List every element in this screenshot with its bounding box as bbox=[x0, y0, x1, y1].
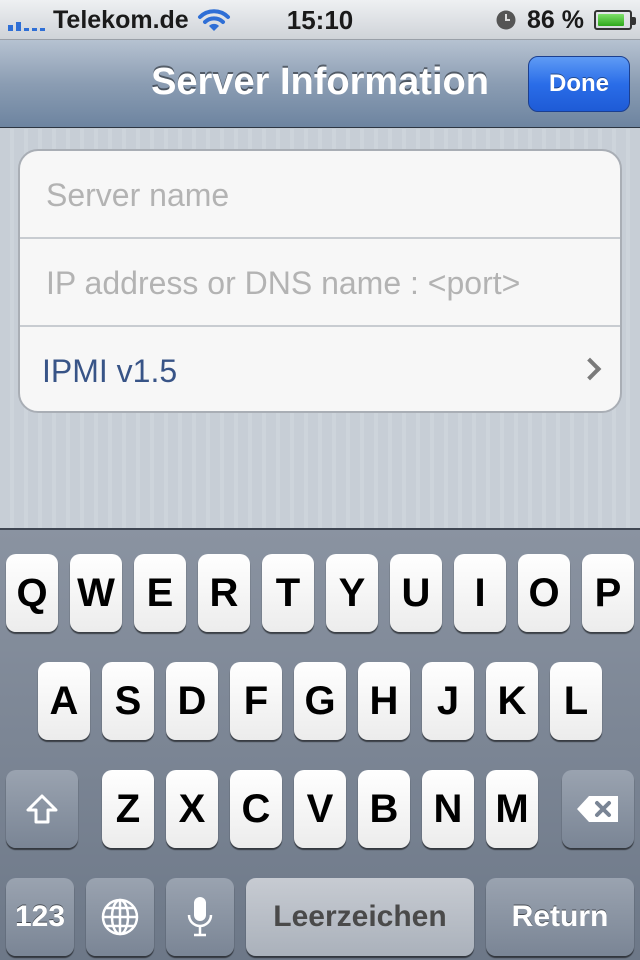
globe-key[interactable] bbox=[86, 878, 154, 956]
key-h[interactable]: H bbox=[358, 662, 410, 740]
key-d[interactable]: D bbox=[166, 662, 218, 740]
battery-icon bbox=[594, 10, 636, 30]
shift-key[interactable] bbox=[6, 770, 78, 848]
dictation-key[interactable] bbox=[166, 878, 234, 956]
space-key[interactable]: Leerzeichen bbox=[246, 878, 474, 956]
key-i[interactable]: I bbox=[454, 554, 506, 632]
battery-percent: 86 % bbox=[527, 5, 584, 34]
chevron-right-icon bbox=[578, 357, 602, 381]
key-x[interactable]: X bbox=[166, 770, 218, 848]
protocol-row[interactable]: IPMI v1.5 bbox=[20, 327, 620, 411]
backspace-icon bbox=[577, 796, 618, 822]
numbers-key[interactable]: 123 bbox=[6, 878, 74, 956]
delete-key[interactable] bbox=[562, 770, 634, 848]
key-b[interactable]: B bbox=[358, 770, 410, 848]
key-s[interactable]: S bbox=[102, 662, 154, 740]
key-k[interactable]: K bbox=[486, 662, 538, 740]
key-c[interactable]: C bbox=[230, 770, 282, 848]
protocol-label: IPMI v1.5 bbox=[42, 353, 178, 389]
key-r[interactable]: R bbox=[198, 554, 250, 632]
server-name-input[interactable] bbox=[46, 151, 606, 239]
key-p[interactable]: P bbox=[582, 554, 634, 632]
key-e[interactable]: E bbox=[134, 554, 186, 632]
shift-arrow-icon bbox=[26, 794, 58, 824]
server-form: IPMI v1.5 bbox=[18, 149, 622, 413]
globe-icon bbox=[101, 898, 139, 936]
key-q[interactable]: Q bbox=[6, 554, 58, 632]
address-row bbox=[20, 239, 620, 327]
key-f[interactable]: F bbox=[230, 662, 282, 740]
key-g[interactable]: G bbox=[294, 662, 346, 740]
key-m[interactable]: M bbox=[486, 770, 538, 848]
navigation-bar: Server Information Done bbox=[0, 40, 640, 128]
key-a[interactable]: A bbox=[38, 662, 90, 740]
done-button[interactable]: Done bbox=[528, 56, 630, 112]
key-t[interactable]: T bbox=[262, 554, 314, 632]
key-j[interactable]: J bbox=[422, 662, 474, 740]
server-name-row bbox=[20, 151, 620, 239]
microphone-icon bbox=[187, 897, 213, 937]
return-key[interactable]: Return bbox=[486, 878, 634, 956]
address-input[interactable] bbox=[46, 239, 606, 327]
keyboard: Q W E R T Y U I O P A S D F G H J K L Z … bbox=[0, 528, 640, 960]
status-right: 86 % bbox=[495, 4, 636, 36]
key-n[interactable]: N bbox=[422, 770, 474, 848]
key-y[interactable]: Y bbox=[326, 554, 378, 632]
key-z[interactable]: Z bbox=[102, 770, 154, 848]
key-u[interactable]: U bbox=[390, 554, 442, 632]
clock-icon bbox=[496, 10, 516, 30]
status-bar: Telekom.de 15:10 86 % bbox=[0, 0, 640, 40]
key-w[interactable]: W bbox=[70, 554, 122, 632]
key-v[interactable]: V bbox=[294, 770, 346, 848]
key-o[interactable]: O bbox=[518, 554, 570, 632]
content-area: IPMI v1.5 bbox=[0, 129, 640, 529]
key-l[interactable]: L bbox=[550, 662, 602, 740]
